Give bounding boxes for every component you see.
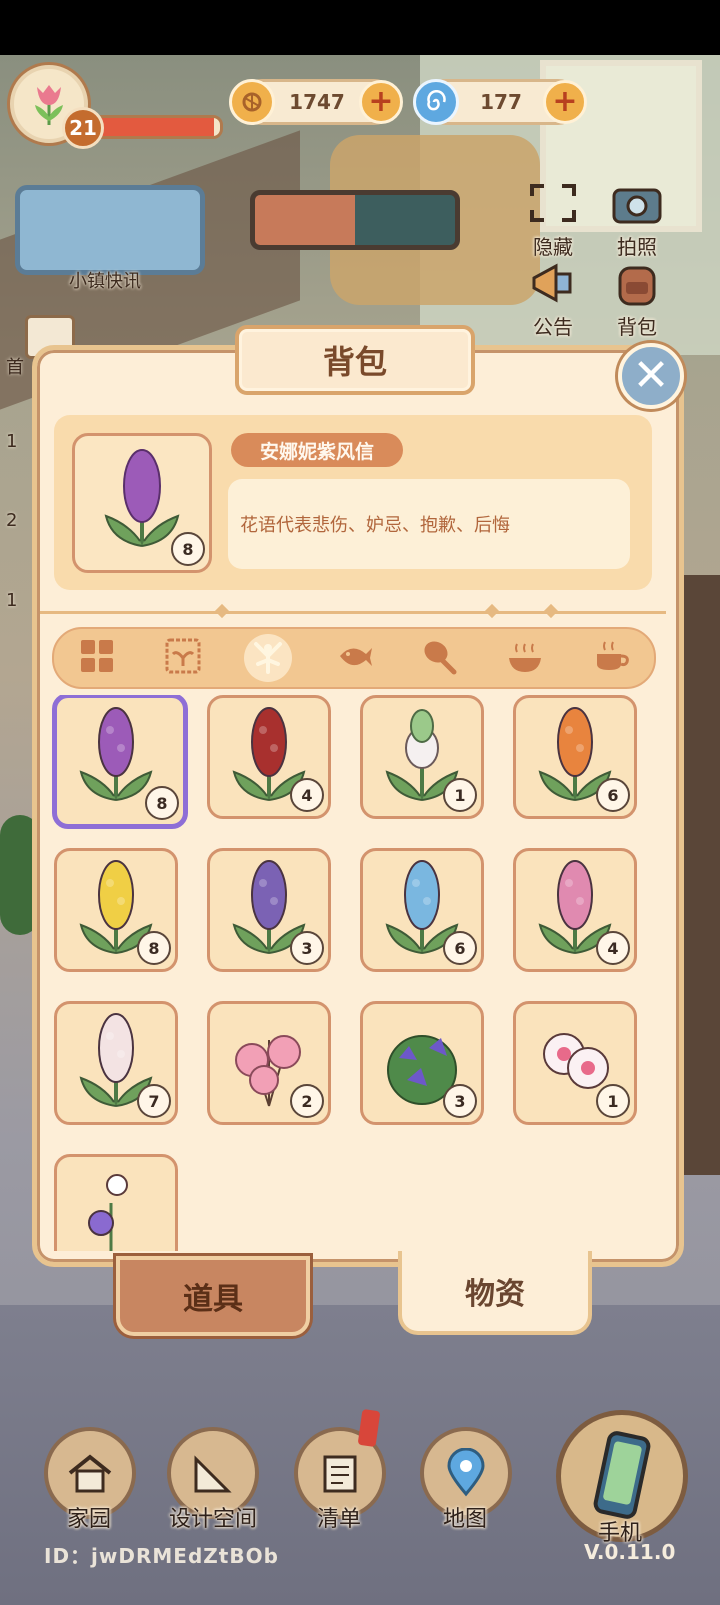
nav-map-label: 地图: [442, 1507, 487, 1532]
coin-icon: [229, 79, 275, 125]
camera-icon: [612, 188, 662, 224]
nav-design-label: 设计空间: [168, 1507, 257, 1532]
inventory-slot[interactable]: 1: [360, 695, 484, 819]
photo-button[interactable]: 拍照: [602, 180, 672, 260]
close-button[interactable]: ✕: [618, 343, 684, 409]
inventory-slot[interactable]: 8: [52, 695, 188, 829]
background-shelf: [680, 575, 720, 1175]
left-label-3: 2: [6, 510, 18, 531]
item-count: 2: [290, 1084, 324, 1118]
inventory-slot[interactable]: 8: [54, 848, 178, 972]
item-count: 3: [443, 1084, 477, 1118]
event-banner[interactable]: [250, 190, 460, 250]
item-count: 1: [596, 1084, 630, 1118]
town-news-label: 小镇快讯: [69, 271, 141, 292]
inventory-slot[interactable]: 6: [513, 695, 637, 819]
tea-cup-icon: [591, 636, 631, 680]
item-count: 1: [443, 778, 477, 812]
inventory-slot[interactable]: 4: [513, 848, 637, 972]
fish-icon: [334, 636, 374, 680]
nav-home-label: 家园: [66, 1507, 111, 1532]
inventory-slot[interactable]: 4: [207, 695, 331, 819]
item-name: 安娜妮紫风信: [231, 433, 403, 467]
seed-packet-icon: [163, 636, 203, 680]
coin-value: 1747: [289, 90, 345, 114]
detail-item-count: 8: [171, 532, 205, 566]
megaphone-icon: [532, 263, 572, 303]
tab-tools[interactable]: 道具: [116, 1256, 310, 1336]
notice-label: 公告: [533, 315, 573, 339]
backpack-button[interactable]: 背包: [602, 260, 672, 340]
backpack-icon: [618, 266, 656, 306]
tab-materials[interactable]: 物资: [398, 1251, 592, 1335]
version-label: V.0.11.0: [584, 1540, 676, 1564]
nav-list-label: 清单: [316, 1507, 361, 1532]
left-label-1: 首: [6, 357, 24, 378]
category-tab-tea-cup[interactable]: [587, 634, 635, 682]
photo-label: 拍照: [617, 235, 657, 259]
nav-home[interactable]: 家园: [44, 1427, 136, 1533]
backpack-label: 背包: [617, 315, 657, 339]
gem-counter: 177 +: [413, 79, 587, 125]
item-count: 8: [145, 786, 179, 820]
town-news-board[interactable]: [15, 185, 205, 275]
category-tab-fish[interactable]: [330, 634, 378, 682]
inventory-slot[interactable]: [54, 1154, 178, 1251]
category-tab-meat-leg[interactable]: [416, 634, 464, 682]
coin-counter: 1747 +: [229, 79, 403, 125]
hide-ui-button[interactable]: 隐藏: [518, 180, 588, 260]
frame-corners-icon: [530, 184, 576, 222]
grid-icon: [77, 636, 117, 680]
nav-design[interactable]: 设计空间: [164, 1427, 262, 1533]
inventory-slot[interactable]: 7: [54, 1001, 178, 1125]
divider: [40, 611, 666, 614]
hot-bowl-icon: [505, 636, 545, 680]
category-tab-seed-packet[interactable]: [159, 634, 207, 682]
category-bar: [52, 627, 656, 689]
detail-item-slot: 8: [72, 433, 212, 573]
inventory-slot[interactable]: 3: [360, 1001, 484, 1125]
level-badge: 21: [62, 107, 104, 149]
item-count: 8: [137, 931, 171, 965]
item-count: 4: [596, 931, 630, 965]
item-count: 7: [137, 1084, 171, 1118]
inventory-slot[interactable]: 3: [207, 848, 331, 972]
item-grid: 8 4 1 6 8 3 6 4 7 2 3 1: [52, 695, 662, 1251]
inventory-slot[interactable]: 1: [513, 1001, 637, 1125]
left-label-2: 1: [6, 431, 18, 452]
inventory-slot[interactable]: 6: [360, 848, 484, 972]
inventory-slot[interactable]: 2: [207, 1001, 331, 1125]
item-count: 6: [596, 778, 630, 812]
add-gems-button[interactable]: +: [543, 80, 587, 124]
hide-ui-label: 隐藏: [533, 235, 573, 259]
category-tab-grid[interactable]: [73, 634, 121, 682]
player-id: ID：jwDRMEdZtBOb: [44, 1544, 279, 1568]
xp-bar: [92, 115, 223, 139]
nav-map[interactable]: 地图: [420, 1427, 512, 1533]
flower-sprout-icon: [248, 636, 288, 680]
panel-title: 背包: [235, 325, 475, 395]
item-count: 4: [290, 778, 324, 812]
swirl-gem-icon: [413, 79, 459, 125]
item-count: 3: [290, 931, 324, 965]
meat-leg-icon: [420, 636, 460, 680]
category-tab-flower-sprout[interactable]: [244, 634, 293, 682]
game-scene: 21 1747 + 177 + 小镇快讯 隐藏 拍照 公告 背包 首 1 2 1…: [0, 55, 720, 1605]
add-coins-button[interactable]: +: [359, 80, 403, 124]
item-count: 6: [443, 931, 477, 965]
phone-icon: [593, 1431, 651, 1519]
gem-value: 177: [480, 90, 522, 114]
item-description: 花语代表悲伤、妒忌、抱歉、后悔: [228, 479, 630, 569]
category-tab-hot-bowl[interactable]: [501, 634, 549, 682]
notice-button[interactable]: 公告: [518, 260, 588, 340]
left-label-4: 1: [6, 590, 18, 611]
